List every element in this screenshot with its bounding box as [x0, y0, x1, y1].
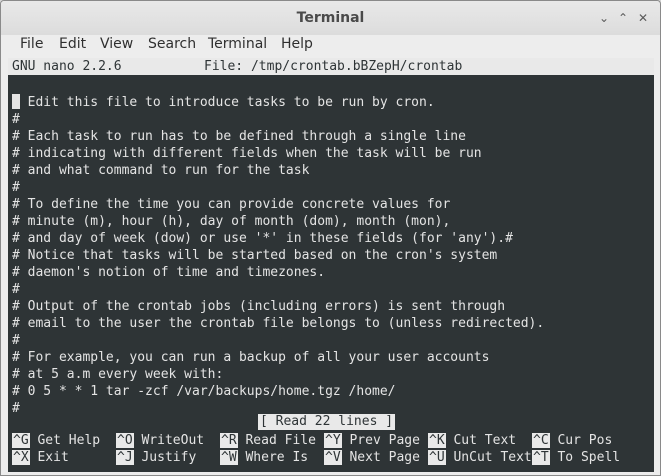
shortcut-label: Prev Page [349, 433, 420, 448]
shortcut-label: Get Help [37, 433, 101, 448]
editor-line: # at 5 a.m every week with: [12, 367, 224, 382]
editor-line: # [12, 401, 20, 416]
maximize-icon[interactable]: ⌃ [616, 11, 630, 25]
close-icon[interactable]: ✕ [636, 11, 650, 25]
shortcut-item[interactable]: ^C Cur Pos [532, 432, 612, 449]
shortcut-item[interactable]: ^U UnCut Text [428, 449, 532, 466]
editor-line: # To define the time you can provide con… [12, 197, 451, 212]
shortcut-item[interactable]: ^V Next Page [324, 449, 420, 466]
shortcut-label: Read File [245, 433, 316, 448]
menu-bar: File Edit View Search Terminal Help [1, 35, 660, 57]
menu-file[interactable]: File [20, 36, 43, 52]
shortcut-label: Exit [37, 450, 69, 465]
editor-line: # [12, 282, 20, 297]
shortcut-item[interactable]: ^J Justify [116, 449, 196, 466]
shortcut-label: WriteOut [141, 433, 205, 448]
menu-help[interactable]: Help [281, 36, 313, 52]
minimize-icon[interactable]: ⌄ [597, 11, 611, 25]
status-message: [ Read 22 lines ] [258, 414, 396, 430]
editor-line: # Output of the crontab jobs (including … [12, 299, 506, 314]
shortcut-key: ^X [12, 450, 30, 465]
editor-line: # daemon's notion of time and timezones. [12, 265, 326, 280]
menu-view[interactable]: View [100, 36, 133, 52]
terminal-area[interactable]: GNU nano 2.2.6 File: /tmp/crontab.bBZepH… [8, 58, 654, 472]
shortcut-item[interactable]: ^T To Spell [532, 449, 620, 466]
editor-line: # Notice that tasks will be started base… [12, 248, 498, 263]
shortcut-key: ^T [532, 450, 550, 465]
shortcut-key: ^Y [324, 433, 342, 448]
shortcut-key: ^G [12, 433, 30, 448]
shortcut-item[interactable]: ^W Where Is [220, 449, 308, 466]
shortcut-key: ^W [220, 450, 238, 465]
shortcut-key: ^J [116, 450, 134, 465]
nano-header: GNU nano 2.2.6 File: /tmp/crontab.bBZepH… [8, 58, 654, 75]
editor-line: # [12, 333, 20, 348]
terminal-window: Terminal ⌄ ⌃ ✕ File Edit View Search Ter… [0, 0, 661, 476]
shortcut-item[interactable]: ^K Cut Text [428, 432, 516, 449]
editor-line: # Each task to run has to be defined thr… [12, 129, 466, 144]
editor-line: # For example, you can run a backup of a… [12, 350, 490, 365]
menu-search[interactable]: Search [148, 36, 196, 52]
menu-edit[interactable]: Edit [59, 36, 86, 52]
shortcut-item[interactable]: ^X Exit [12, 449, 69, 466]
shortcut-key: ^K [428, 433, 446, 448]
menu-terminal[interactable]: Terminal [208, 36, 267, 52]
shortcut-item[interactable]: ^R Read File [220, 432, 316, 449]
editor-line: # indicating with different fields when … [12, 146, 482, 161]
editor-line: # and day of week (dow) or use '*' in th… [12, 231, 513, 246]
shortcut-label: To Spell [557, 450, 621, 465]
editor-line: # Edit this file to introduce tasks to b… [12, 95, 435, 110]
shortcut-label: Where Is [245, 450, 309, 465]
editor-line: # email to the user the crontab file bel… [12, 316, 545, 331]
shortcut-key: ^V [324, 450, 342, 465]
shortcut-item[interactable]: ^O WriteOut [116, 432, 204, 449]
shortcut-label: Justify [141, 450, 197, 465]
shortcut-key: ^O [116, 433, 134, 448]
shortcut-key: ^U [428, 450, 446, 465]
editor-line: # minute (m), hour (h), day of month (do… [12, 214, 451, 229]
shortcut-label: Cut Text [453, 433, 517, 448]
text-cursor [12, 94, 20, 109]
nano-version: GNU nano 2.2.6 [12, 59, 122, 74]
shortcut-label: Next Page [349, 450, 420, 465]
shortcut-item[interactable]: ^G Get Help [12, 432, 100, 449]
title-bar[interactable]: Terminal ⌄ ⌃ ✕ [1, 1, 660, 35]
shortcut-label: UnCut Text [453, 450, 532, 465]
shortcut-label: Cur Pos [557, 433, 613, 448]
editor-line: # [12, 180, 20, 195]
nano-file-label: File: /tmp/crontab.bBZepH/crontab [204, 59, 463, 74]
shortcut-key: ^C [532, 433, 550, 448]
shortcut-item[interactable]: ^Y Prev Page [324, 432, 420, 449]
editor-line: # 0 5 * * 1 tar -zcf /var/backups/home.t… [12, 384, 396, 399]
editor-line: # and what command to run for the task [12, 163, 310, 178]
window-title: Terminal [296, 10, 365, 26]
shortcut-key: ^R [220, 433, 238, 448]
editor-line: # [12, 112, 20, 127]
